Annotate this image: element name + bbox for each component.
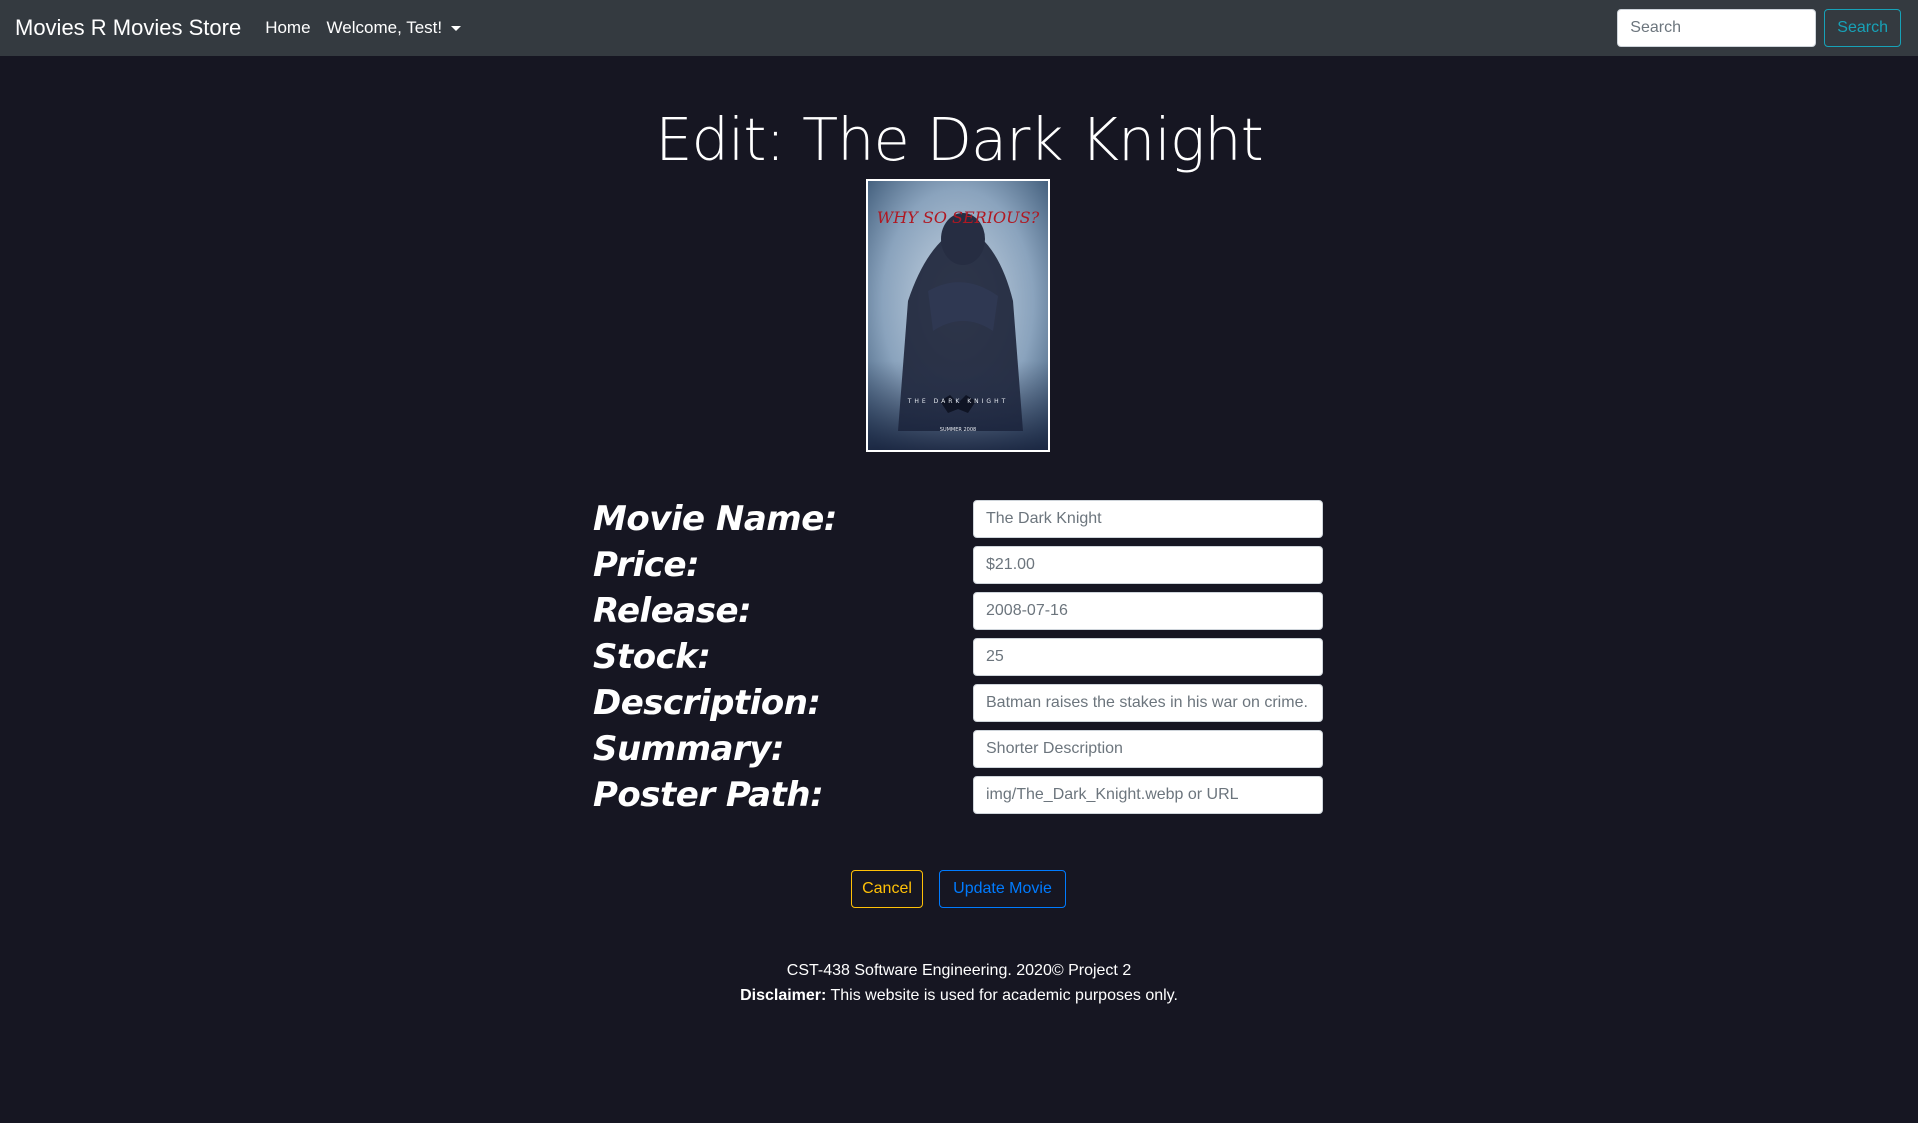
release-field[interactable]: [973, 592, 1323, 630]
form-row-movie-name: Movie Name:: [0, 500, 1918, 546]
top-navbar: Movies R Movies Store Home Welcome, Test…: [0, 0, 1918, 56]
search-form: Search: [1617, 9, 1901, 47]
price-field[interactable]: [973, 546, 1323, 584]
stock-label: Stock:: [593, 637, 711, 677]
page-title: Edit: The Dark Knight: [655, 105, 1264, 174]
movie-poster: WHY SO SERIOUS? THE DARK KNIGHT SUMMER 2…: [866, 179, 1050, 452]
summary-label: Summary:: [593, 729, 785, 769]
page-footer: CST-438 Software Engineering. 2020© Proj…: [0, 958, 1918, 1008]
poster-logo-text: THE DARK KNIGHT: [907, 398, 1009, 405]
caret-down-icon: [451, 25, 462, 31]
form-row-price: Price:: [0, 546, 1918, 592]
disclaimer-label: Disclaimer:: [740, 987, 827, 1004]
disclaimer-text: This website is used for academic purpos…: [826, 987, 1178, 1004]
user-menu-dropdown[interactable]: Welcome, Test!: [327, 18, 462, 38]
form-row-release: Release:: [0, 592, 1918, 638]
brand-link[interactable]: Movies R Movies Store: [15, 15, 241, 41]
summary-field[interactable]: [973, 730, 1323, 768]
form-row-description: Description:: [0, 684, 1918, 730]
footer-copyright: CST-438 Software Engineering. 2020© Proj…: [786, 962, 1132, 979]
cancel-button[interactable]: Cancel: [851, 870, 923, 908]
stock-field[interactable]: [973, 638, 1323, 676]
poster-path-label: Poster Path:: [593, 775, 824, 815]
nav-home-link[interactable]: Home: [265, 18, 310, 38]
form-row-stock: Stock:: [0, 638, 1918, 684]
search-button[interactable]: Search: [1824, 9, 1901, 47]
price-label: Price:: [593, 545, 700, 585]
user-menu-label: Welcome, Test!: [326, 18, 443, 37]
update-movie-button[interactable]: Update Movie: [939, 870, 1066, 908]
poster-tagline: WHY SO SERIOUS?: [877, 208, 1040, 227]
form-row-poster-path: Poster Path:: [0, 776, 1918, 822]
movie-name-label: Movie Name:: [593, 499, 837, 539]
movie-name-field[interactable]: [973, 500, 1323, 538]
release-label: Release:: [593, 591, 752, 631]
footer-disclaimer: Disclaimer: This website is used for aca…: [0, 983, 1918, 1008]
description-label: Description:: [593, 683, 821, 723]
poster-release-text: SUMMER 2008: [940, 427, 976, 433]
poster-path-field[interactable]: [973, 776, 1323, 814]
form-row-summary: Summary:: [0, 730, 1918, 776]
description-field[interactable]: [973, 684, 1323, 722]
search-input[interactable]: [1617, 9, 1817, 47]
